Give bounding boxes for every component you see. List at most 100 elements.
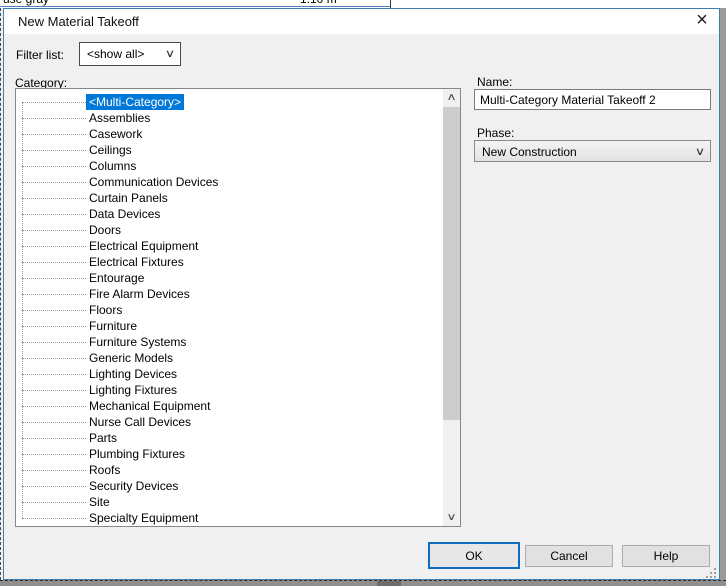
tree-guide — [22, 165, 86, 167]
category-item[interactable]: Site — [16, 494, 443, 510]
category-item-label: Casework — [89, 127, 143, 141]
name-label: Name: — [477, 75, 513, 89]
scroll-up-icon: ∧ — [446, 92, 457, 103]
category-listbox: <Multi-Category> Assemblies Casework Ceilin… — [15, 88, 461, 527]
category-item-label: Security Devices — [89, 479, 179, 493]
category-item[interactable]: Furniture — [16, 318, 443, 334]
category-item[interactable]: Plumbing Fixtures — [16, 446, 443, 462]
tree-guide — [22, 453, 86, 455]
tree-guide — [22, 485, 86, 487]
category-item-label: Mechanical Equipment — [89, 399, 211, 413]
tree-guide — [22, 229, 86, 231]
category-item-label: Floors — [89, 303, 123, 317]
category-item[interactable]: Parts — [16, 430, 443, 446]
category-item[interactable]: Fire Alarm Devices — [16, 286, 443, 302]
category-item[interactable]: Roofs — [16, 462, 443, 478]
tree-guide — [22, 133, 86, 135]
category-item-label: Curtain Panels — [89, 191, 168, 205]
phase-value: New Construction — [482, 145, 577, 159]
category-item[interactable]: Assemblies — [16, 110, 443, 126]
name-input[interactable] — [474, 89, 711, 110]
category-item-label: Lighting Devices — [89, 367, 178, 381]
ok-button[interactable]: OK — [428, 542, 520, 569]
tree-guide — [22, 197, 86, 199]
dialog-titlebar[interactable]: New Material Takeoff × — [4, 9, 719, 34]
category-item-label: Furniture Systems — [89, 335, 187, 349]
tree-guide — [22, 117, 86, 119]
category-item[interactable]: Doors — [16, 222, 443, 238]
category-item[interactable]: Generic Models — [16, 350, 443, 366]
category-item[interactable]: Mechanical Equipment — [16, 398, 443, 414]
tree-guide — [22, 309, 86, 311]
tree-guide — [22, 357, 86, 359]
category-item-label: Nurse Call Devices — [89, 415, 192, 429]
category-item[interactable]: Nurse Call Devices — [16, 414, 443, 430]
category-item-label: Furniture — [89, 319, 138, 333]
tree-guide — [22, 293, 86, 295]
category-item[interactable]: Communication Devices — [16, 174, 443, 190]
category-item-label: Electrical Fixtures — [89, 255, 184, 269]
tree-guide — [22, 149, 86, 151]
filter-list-value: <show all> — [87, 47, 145, 61]
cancel-button[interactable]: Cancel — [525, 545, 613, 567]
category-item-label: Generic Models — [89, 351, 174, 365]
filter-list-dropdown[interactable]: <show all> ∨ — [79, 42, 181, 66]
category-item[interactable]: Electrical Fixtures — [16, 254, 443, 270]
category-scrollbar[interactable]: ∧ ∨ — [443, 89, 460, 526]
category-item[interactable]: Lighting Devices — [16, 366, 443, 382]
category-item[interactable]: <Multi-Category> — [16, 94, 443, 110]
category-item-label: Parts — [89, 431, 118, 445]
category-item-label: Entourage — [89, 271, 145, 285]
chevron-down-icon: ∨ — [694, 146, 706, 158]
category-item[interactable]: Ceilings — [16, 142, 443, 158]
phase-label: Phase: — [477, 126, 515, 140]
scroll-down-button[interactable]: ∨ — [443, 509, 460, 526]
tree-guide — [22, 421, 86, 423]
category-item-label: Assemblies — [89, 111, 151, 125]
phase-dropdown[interactable]: New Construction ∨ — [474, 140, 711, 162]
category-item-label: <Multi-Category> — [86, 94, 185, 110]
screen: use gray 1.10 m New Material Takeoff × F… — [0, 0, 726, 586]
background-right-strip — [720, 8, 726, 586]
tree-guide — [22, 261, 86, 263]
category-item-label: Columns — [89, 159, 137, 173]
category-item-label: Doors — [89, 223, 122, 237]
chevron-down-icon: ∨ — [164, 48, 176, 60]
close-icon[interactable]: × — [690, 9, 714, 33]
background-column-line — [390, 0, 391, 8]
tree-guide — [22, 101, 86, 103]
scrollbar-thumb[interactable] — [443, 107, 460, 420]
background-bottom-strip — [0, 580, 726, 586]
tree-guide — [22, 277, 86, 279]
category-item[interactable]: Curtain Panels — [16, 190, 443, 206]
category-item-label: Fire Alarm Devices — [89, 287, 190, 301]
tree-guide — [22, 373, 86, 375]
category-item[interactable]: Electrical Equipment — [16, 238, 443, 254]
category-item-label: Data Devices — [89, 207, 161, 221]
category-item[interactable]: Entourage — [16, 270, 443, 286]
tree-guide — [22, 181, 86, 183]
category-item[interactable]: Casework — [16, 126, 443, 142]
background-bottom-block — [377, 581, 401, 586]
category-tree: <Multi-Category> Assemblies Casework Ceilin… — [16, 89, 443, 526]
category-item[interactable]: Lighting Fixtures — [16, 382, 443, 398]
tree-guide — [22, 405, 86, 407]
category-item[interactable]: Security Devices — [16, 478, 443, 494]
category-item[interactable]: Specialty Equipment — [16, 510, 443, 526]
tree-guide — [22, 517, 86, 519]
category-item[interactable]: Floors — [16, 302, 443, 318]
help-button[interactable]: Help — [622, 545, 710, 567]
resize-grip[interactable] — [705, 567, 717, 579]
scroll-down-icon: ∨ — [446, 512, 457, 523]
category-item[interactable]: Columns — [16, 158, 443, 174]
category-item[interactable]: Furniture Systems — [16, 334, 443, 350]
category-item-label: Lighting Fixtures — [89, 383, 178, 397]
scroll-up-button[interactable]: ∧ — [443, 89, 460, 106]
tree-guide — [22, 469, 86, 471]
category-item-label: Communication Devices — [89, 175, 219, 189]
dialog-title: New Material Takeoff — [18, 14, 139, 29]
tree-guide — [22, 325, 86, 327]
category-item-label: Site — [89, 495, 110, 509]
category-item[interactable]: Data Devices — [16, 206, 443, 222]
new-material-takeoff-dialog: New Material Takeoff × Filter list: <sho… — [3, 8, 720, 580]
